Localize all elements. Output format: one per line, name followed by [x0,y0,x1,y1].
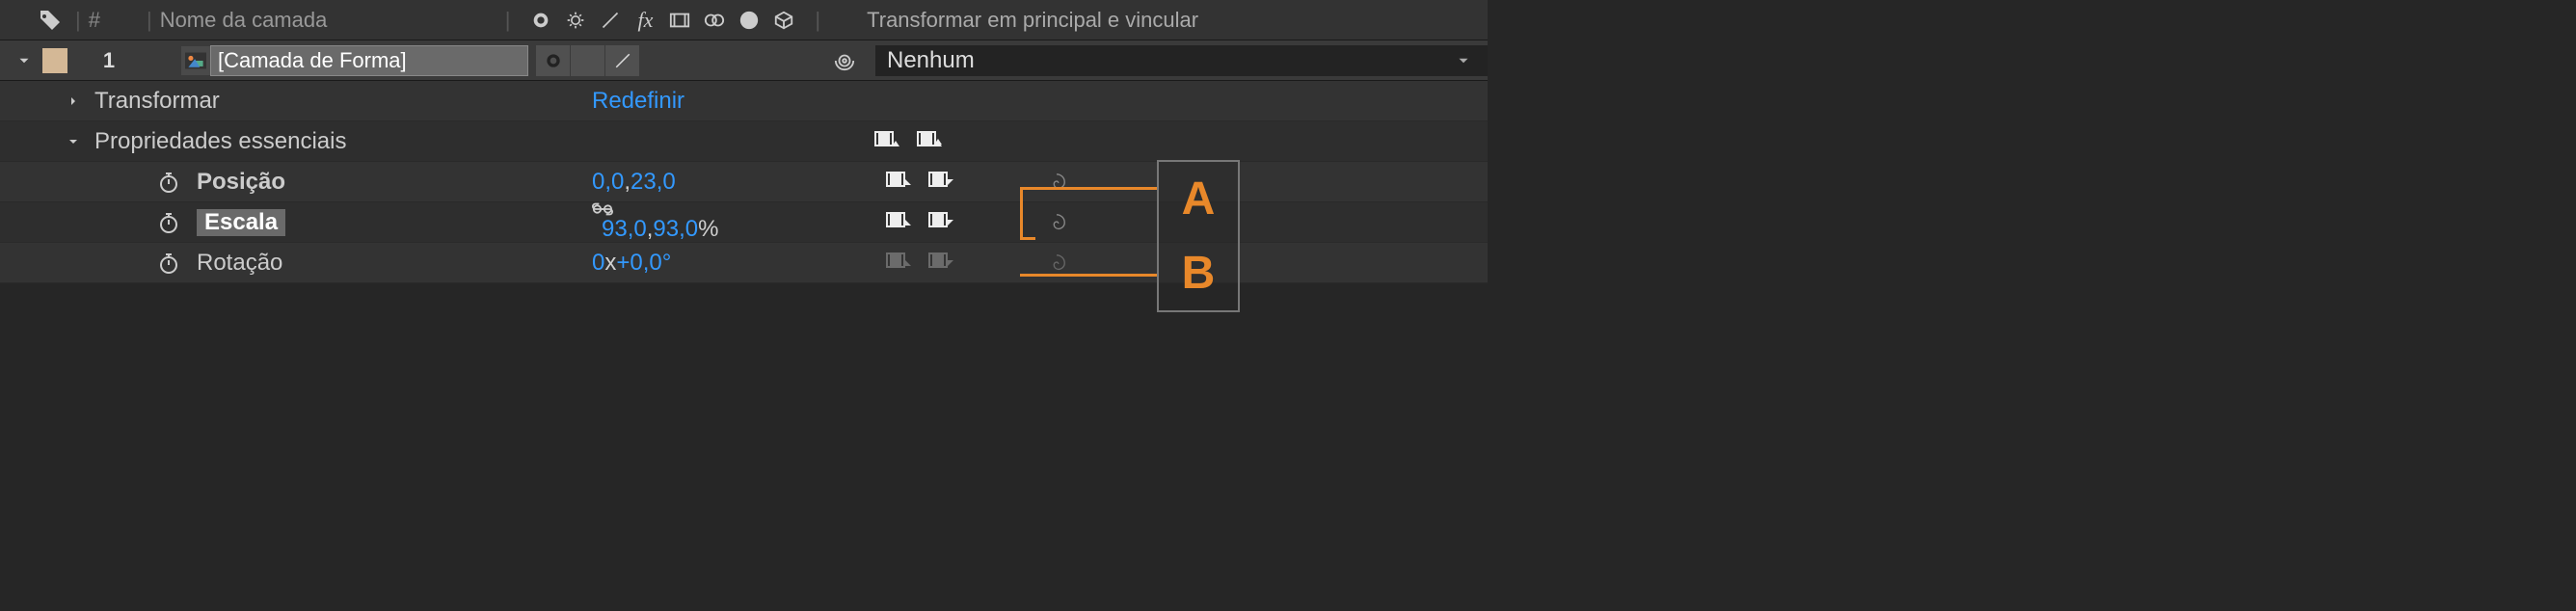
quality-switch[interactable] [605,45,640,76]
position-label: Posição [197,169,285,196]
separator: | [147,8,152,33]
motion-blur-icon [701,7,728,34]
motion-blur-switch[interactable] [710,45,744,76]
reset-link[interactable]: Redefinir [592,88,684,115]
rotation-value[interactable]: 0x+0,0° [592,250,671,277]
twirl-closed-icon[interactable] [66,93,87,109]
callout-line [1020,187,1157,190]
position-value[interactable]: 0,0,23,0 [592,169,676,196]
frame-blend-switch[interactable] [675,45,710,76]
expression-pickwhip-icon[interactable] [1043,250,1070,277]
shy-icon [527,7,554,34]
property-row-rotation[interactable]: Rotação 0x+0,0° [0,243,1488,283]
column-header-parent: Transformar em principal e vincular [867,8,1198,33]
separator: | [505,8,511,33]
transform-label: Transformar [94,88,220,115]
fx-icon: fx [631,7,658,34]
layer-type-badge [181,46,210,75]
eg-pull-icon[interactable] [883,210,916,235]
shy-switch[interactable] [536,45,571,76]
tag-icon [39,9,67,32]
eg-pull-push-rotation [883,251,958,276]
property-row-position[interactable]: Posição 0,0,23,0 [0,162,1488,202]
eg-pull-icon[interactable] [883,251,916,276]
separator: | [75,8,81,33]
parent-dropdown[interactable]: Nenhum [875,45,1488,76]
essential-label: Propriedades essenciais [94,128,346,155]
scale-value[interactable]: 93,0,93,0% [592,202,718,243]
layer-number: 1 [94,48,123,73]
pickwhip-icon[interactable] [821,45,868,76]
callout-bracket [1020,187,1023,239]
adjustment-switch[interactable] [744,45,779,76]
eg-push-icon[interactable] [914,129,947,154]
layer-name[interactable]: [Camada de Forma] [210,45,528,76]
property-group-essential[interactable]: Propriedades essenciais [0,121,1488,162]
eg-pull-icon[interactable] [872,129,904,154]
switches-header: fx [527,7,797,34]
stopwatch-icon[interactable] [154,208,183,237]
constrain-proportions-icon[interactable] [592,202,718,216]
property-row-scale[interactable]: Escala 93,0,93,0% [0,202,1488,243]
layer-switches [536,45,814,76]
eg-pull-push-group [872,129,947,154]
callout-line [1020,274,1157,277]
eg-pull-push-scale [883,210,958,235]
chevron-down-icon [1455,52,1472,69]
expression-pickwhip-icon[interactable] [1043,169,1070,196]
collapse-switch[interactable] [571,45,605,76]
column-header-number: # [89,8,100,33]
eg-push-icon[interactable] [926,251,958,276]
eg-pull-push-position [883,170,958,195]
adjustment-icon [736,7,763,34]
expression-pickwhip-icon[interactable] [1043,209,1070,236]
twirl-open-icon[interactable] [66,134,87,149]
callout-line [1020,237,1035,240]
quality-icon [597,7,624,34]
stopwatch-icon[interactable] [154,168,183,197]
scale-label: Escala [197,209,285,236]
three-d-switch[interactable] [779,45,814,76]
three-d-icon [770,7,797,34]
layer-row[interactable]: 1 [Camada de Forma] Nenhum [0,40,1488,81]
separator: | [815,8,820,33]
layer-color-chip[interactable] [42,48,67,73]
eg-pull-icon[interactable] [883,170,916,195]
fx-switch[interactable] [640,45,675,76]
rotation-label: Rotação [197,250,282,277]
property-group-transform[interactable]: Transformar Redefinir [0,81,1488,121]
column-header-row: | # | Nome da camada | fx | Transformar … [0,0,1488,40]
twirl-open-icon[interactable] [15,52,37,69]
eg-push-icon[interactable] [926,170,958,195]
column-header-layer-name: Nome da camada [160,8,497,33]
collapse-icon [562,7,589,34]
eg-push-icon[interactable] [926,210,958,235]
frame-blend-icon [666,7,693,34]
stopwatch-icon[interactable] [154,249,183,278]
parent-value: Nenhum [887,47,975,74]
